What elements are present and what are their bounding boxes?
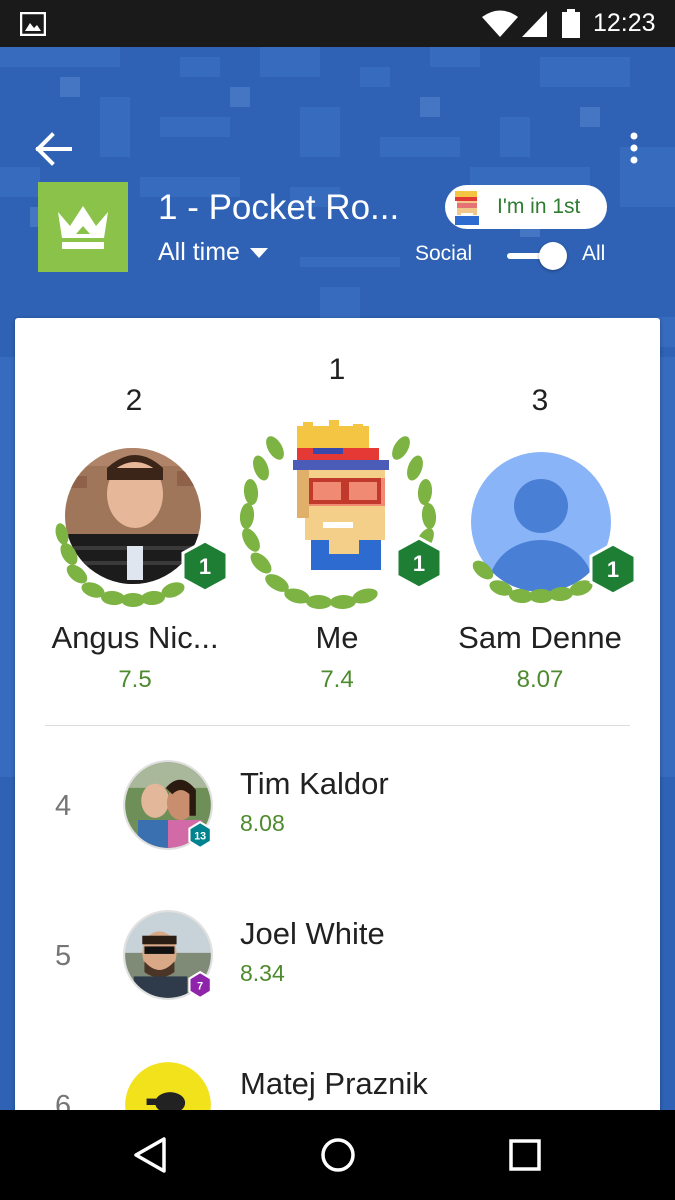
toggle-all-label: All (582, 242, 606, 265)
social-all-toggle[interactable] (505, 240, 571, 272)
toggle-social-label: Social (415, 242, 473, 265)
list-name: Joel White (240, 916, 385, 951)
my-rank-chip[interactable]: I'm in 1st (445, 185, 607, 229)
toggle-thumb (539, 242, 567, 270)
player-avatar: 13 (123, 760, 213, 850)
list-item[interactable]: 5 7 Joel White 8.34 (15, 910, 660, 1050)
list-name: Matej Praznik (240, 1066, 428, 1101)
leaderboard-card: 2 1 3 1 1 1 Angus Nic... 7.5 Me 7.4 Sam … (15, 318, 660, 1118)
leaderboard-title: 1 - Pocket Ro... (158, 188, 400, 227)
player-avatar: 1 (471, 452, 637, 604)
list-rank: 4 (55, 790, 72, 822)
podium-rank-2: 2 (125, 384, 143, 417)
player-avatar-icon (455, 191, 479, 225)
player-avatar: 7 (123, 910, 213, 1000)
status-bar: 12:23 (0, 0, 675, 47)
time-filter-label: All time (158, 238, 240, 266)
nav-home-icon[interactable] (318, 1135, 358, 1175)
nav-recents-icon[interactable] (508, 1135, 542, 1175)
podium-score-2: 7.5 (118, 666, 152, 693)
signal-icon (522, 11, 547, 37)
wifi-icon (482, 10, 518, 37)
level-badge-text: 7 (197, 980, 203, 992)
podium-rank-3: 3 (531, 384, 549, 417)
podium-score-3: 8.07 (516, 666, 564, 693)
podium-rank-1: 1 (328, 353, 346, 386)
podium-name-1: Me (315, 620, 359, 655)
podium-name-2: Angus Nic... (51, 620, 219, 655)
my-rank-label: I'm in 1st (497, 195, 581, 218)
list-score: 8.08 (240, 810, 285, 836)
list-name: Tim Kaldor (240, 766, 389, 801)
list-score: 8.34 (240, 960, 285, 986)
level-badge-text: 1 (607, 557, 619, 582)
podium-player-3[interactable]: 1 (455, 446, 637, 616)
image-notification-icon (20, 12, 46, 36)
more-vert-icon[interactable] (620, 129, 648, 169)
nav-back-icon[interactable] (132, 1135, 168, 1175)
battery-icon (562, 9, 580, 38)
podium-player-1[interactable]: 1 (233, 418, 443, 618)
crown-icon (58, 206, 108, 249)
game-icon (38, 182, 128, 272)
podium-player-2[interactable]: 1 (47, 446, 229, 616)
level-badge-text: 1 (413, 551, 425, 576)
player-avatar: 1 (55, 448, 229, 607)
level-badge-text: 1 (199, 554, 211, 579)
system-nav-bar (0, 1110, 675, 1200)
list-rank: 5 (55, 940, 72, 972)
time-filter-dropdown[interactable]: All time (158, 238, 268, 267)
podium-divider (45, 725, 630, 726)
player-avatar: 1 (239, 420, 443, 610)
list-item[interactable]: 4 13 Tim Kaldor 8.08 (15, 760, 660, 900)
status-time: 12:23 (593, 9, 656, 37)
triangle-down-icon (249, 247, 268, 258)
podium-score-1: 7.4 (320, 666, 354, 693)
back-arrow-icon[interactable] (32, 129, 76, 169)
level-badge-text: 13 (194, 830, 206, 842)
podium-name-3: Sam Denne (458, 620, 622, 655)
